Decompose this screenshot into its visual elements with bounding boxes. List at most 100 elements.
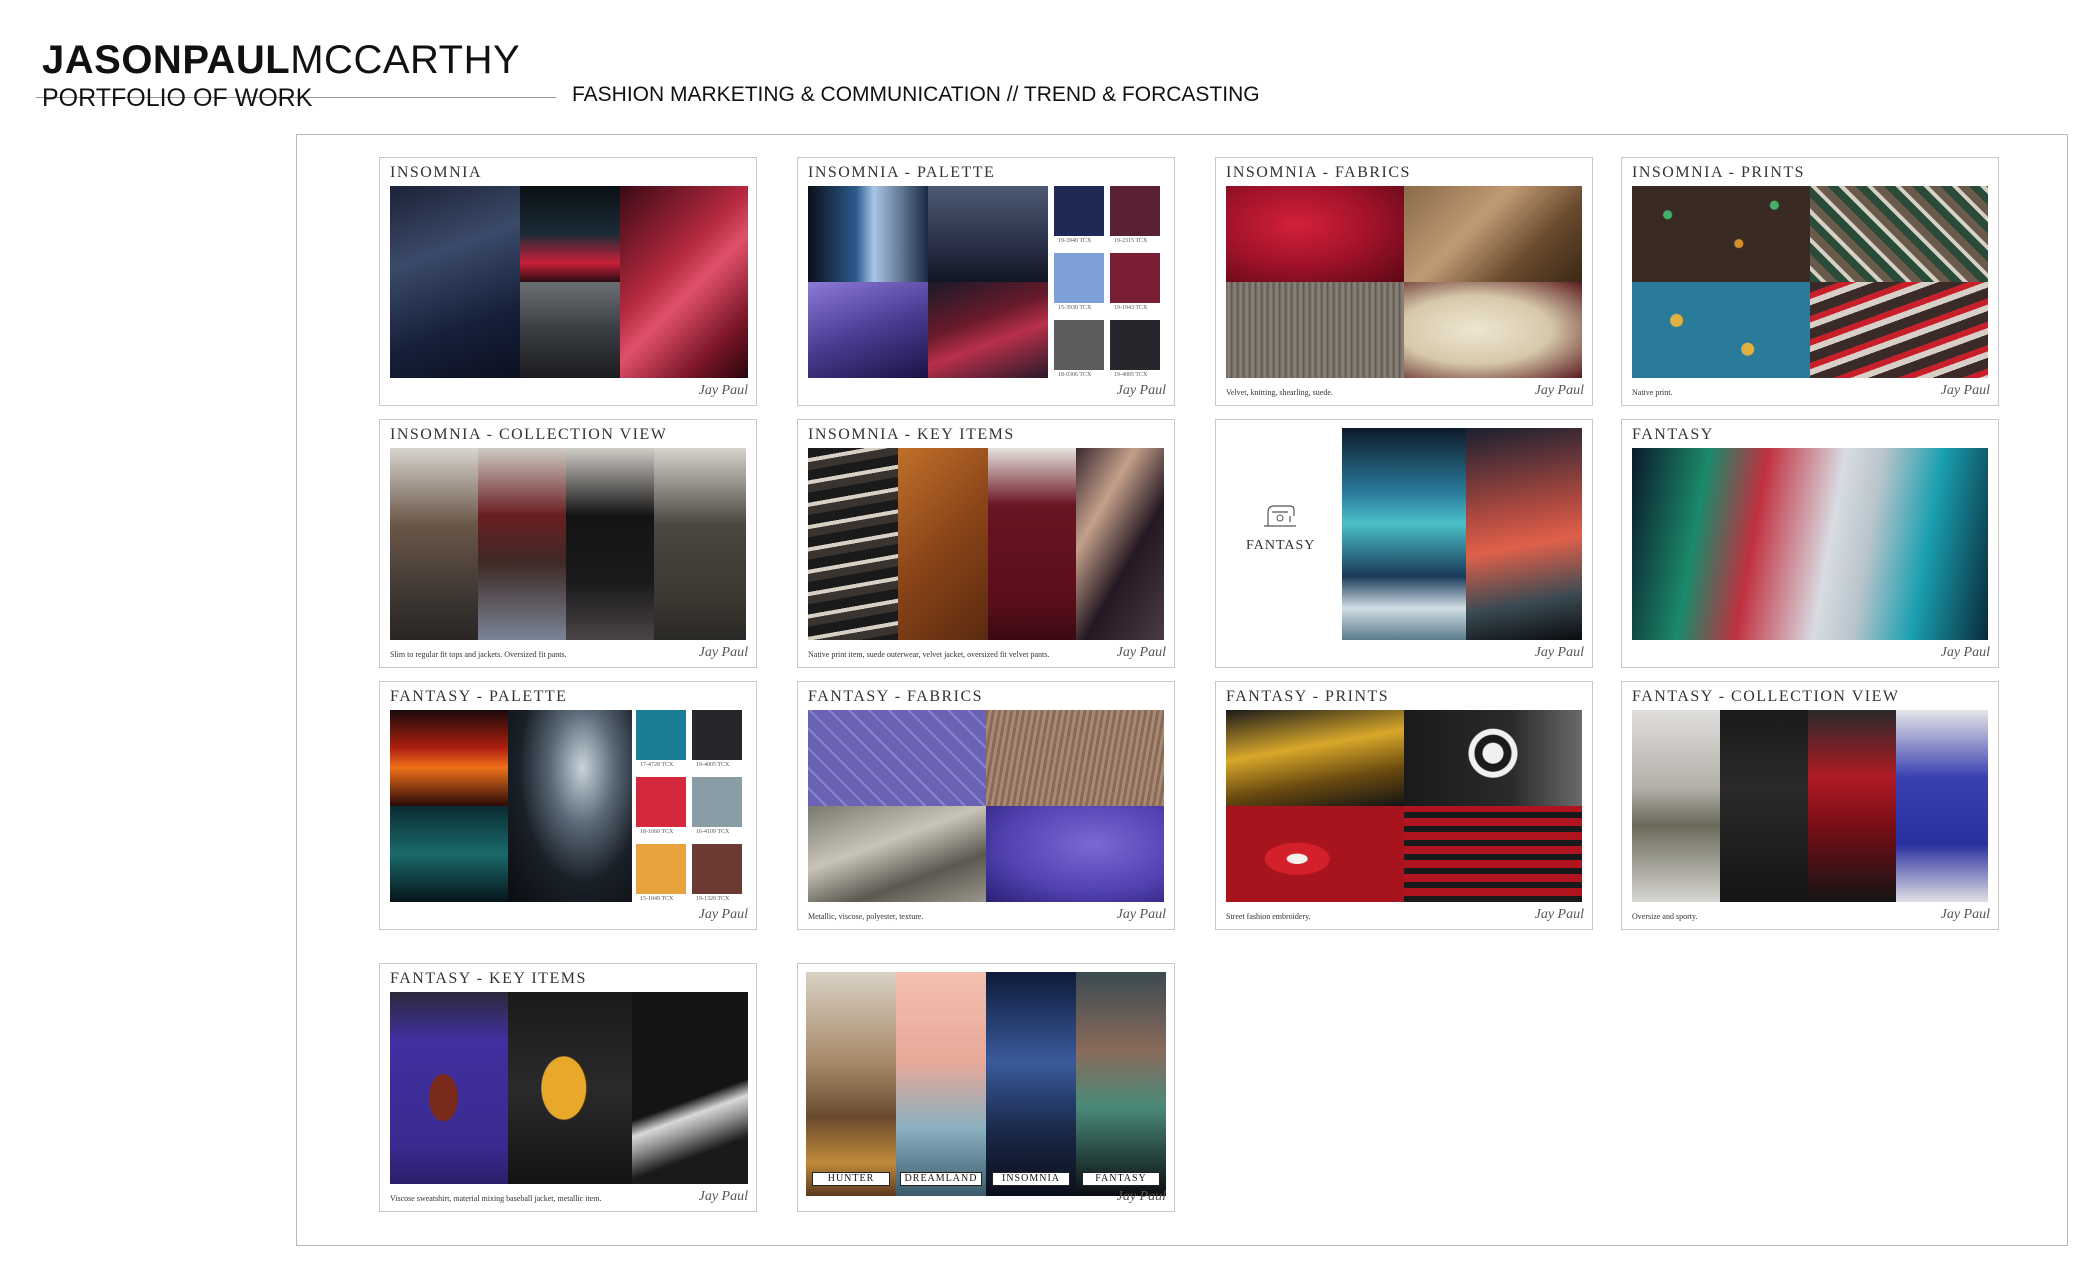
board-insomnia-fabrics[interactable]: INSOMNIA - FABRICS Velvet, knitting, she… [1215,157,1593,406]
swatch-code: 18-0306 TCX [1058,372,1092,378]
runway-look-1 [390,448,478,640]
board-caption: Native print. [1632,388,1673,397]
sewing-machine-icon [1260,500,1300,530]
designer-signature: Jay Paul [1940,645,1990,660]
designer-signature: Jay Paul [1534,383,1584,398]
board-insomnia-palette[interactable]: INSOMNIA - PALETTE 19-3940 TCX 19-2315 T… [797,157,1175,406]
board-title: INSOMNIA - FABRICS [1226,164,1411,181]
swatch-code: 15-1049 TCX [640,896,674,902]
mood-image-night-street [520,186,620,282]
theme-image-hunter [806,972,896,1196]
theme-label-insomnia: INSOMNIA [992,1172,1070,1186]
palette-image-white-aurora [508,710,632,902]
board-insomnia-prints[interactable]: INSOMNIA - PRINTS Native print. Jay Paul [1621,157,1999,406]
palette-swatch [636,777,686,827]
palette-swatch [1054,320,1104,370]
swatch-code: 16-4109 TCX [696,829,730,835]
board-themes-overview[interactable]: HUNTER DREAMLAND INSOMNIA FANTASY Jay Pa… [797,963,1175,1212]
fantasy-image-aurora-mountain [1342,428,1466,640]
theme-label-fantasy: FANTASY [1082,1172,1160,1186]
theme-image-dreamland [896,972,986,1196]
board-fantasy-fabrics[interactable]: FANTASY - FABRICS Metallic, viscose, pol… [797,681,1175,930]
runway-look-3 [1808,710,1896,902]
key-item-native-knit [808,448,898,640]
palette-image-teal-forest [390,806,508,902]
print-image-plaid-embroidery [1404,806,1582,902]
print-image-native-knit [1810,186,1988,282]
palette-image-red-aurora [390,710,508,806]
designer-signature: Jay Paul [698,645,748,660]
swatch-code: 19-4005 TCX [696,762,730,768]
board-title: FANTASY - FABRICS [808,688,984,705]
board-title: FANTASY - PALETTE [390,688,568,705]
mood-image-dew-night [390,186,520,378]
portfolio-subtitle: PORTFOLIO OF WORK [42,84,313,112]
fantasy-image-red-aurora [1466,428,1582,640]
theme-label-dreamland: DREAMLAND [900,1172,982,1186]
theme-image-fantasy [1076,972,1166,1196]
board-caption: Metallic, viscose, polyester, texture. [808,912,924,921]
portfolio-tagline: FASHION MARKETING & COMMUNICATION // TRE… [572,83,1260,106]
swatch-code: 19-2315 TCX [1114,238,1148,244]
palette-swatch [692,777,742,827]
swatch-code: 18-1660 TCX [640,829,674,835]
board-fantasy-intro[interactable]: FANTASY Jay Paul [1215,419,1593,668]
board-caption: Viscose sweatshirt, material mixing base… [390,1194,602,1203]
board-title: INSOMNIA - COLLECTION VIEW [390,426,668,443]
swatch-code: 15-3930 TCX [1058,305,1092,311]
print-image-embroidered-patch [1226,710,1404,806]
designer-signature: Jay Paul [1940,907,1990,922]
palette-image-purple-skyline [808,282,928,378]
fabric-image-suede [1404,186,1582,282]
designer-signature: Jay Paul [1116,907,1166,922]
board-caption: Street fashion embroidery. [1226,912,1311,921]
swatch-code: 19-1320 TCX [696,896,730,902]
fantasy-image-aurora-sculptural-look [1632,448,1988,640]
runway-look-4 [1896,710,1988,902]
board-fantasy-key-items[interactable]: FANTASY - KEY ITEMS Viscose sweatshirt, … [379,963,757,1212]
key-item-velvet-jacket [1076,448,1164,640]
board-fantasy-collection-view[interactable]: FANTASY - COLLECTION VIEW Oversize and s… [1621,681,1999,930]
designer-signature: Jay Paul [1116,383,1166,398]
fabric-image-texture [986,710,1164,806]
palette-swatch [1110,320,1160,370]
author-first-name: JASONPAUL [42,38,291,82]
fantasy-intro-word: FANTASY [1246,538,1316,553]
swatch-code: 19-1943 TCX [1114,305,1148,311]
boards-frame: INSOMNIA Jay Paul INSOMNIA - PALETTE 19-… [296,134,2068,1246]
board-fantasy-palette[interactable]: FANTASY - PALETTE 17-4728 TCX 19-4005 TC… [379,681,757,930]
swatch-code: 19-4005 TCX [1114,372,1148,378]
designer-signature: Jay Paul [698,383,748,398]
palette-swatch [1054,253,1104,303]
board-title: FANTASY - KEY ITEMS [390,970,587,987]
board-insomnia[interactable]: INSOMNIA Jay Paul [379,157,757,406]
board-fantasy-prints[interactable]: FANTASY - PRINTS Street fashion embroide… [1215,681,1593,930]
runway-look-2 [1720,710,1808,902]
board-fantasy[interactable]: FANTASY Jay Paul [1621,419,1999,668]
palette-image-city-lights [808,186,928,282]
palette-swatch [692,710,742,760]
fabric-image-knitting [1226,282,1404,378]
designer-signature: Jay Paul [698,907,748,922]
fabric-image-velvet [1226,186,1404,282]
board-title: INSOMNIA [390,164,482,181]
key-item-suede-coat [898,448,988,640]
theme-image-insomnia [986,972,1076,1196]
fabric-image-shearling [1404,282,1582,378]
board-insomnia-collection-view[interactable]: INSOMNIA - COLLECTION VIEW Slim to regul… [379,419,757,668]
fabric-image-metallic [808,806,986,902]
designer-signature: Jay Paul [1116,645,1166,660]
board-title: FANTASY [1632,426,1714,443]
print-image-red-knit [1810,282,1988,378]
print-image-dots [1632,186,1810,282]
board-caption: Oversize and sporty. [1632,912,1698,921]
palette-swatch [1110,253,1160,303]
board-title: FANTASY - PRINTS [1226,688,1390,705]
board-insomnia-key-items[interactable]: INSOMNIA - KEY ITEMS Native print item, … [797,419,1175,668]
key-item-metallic [632,992,748,1184]
board-caption: Slim to regular fit tops and jackets. Ov… [390,650,567,659]
print-image-lips-patch [1226,806,1404,902]
palette-swatch [636,844,686,894]
print-image-paisley-blue [1632,282,1810,378]
board-title: INSOMNIA - PALETTE [808,164,996,181]
